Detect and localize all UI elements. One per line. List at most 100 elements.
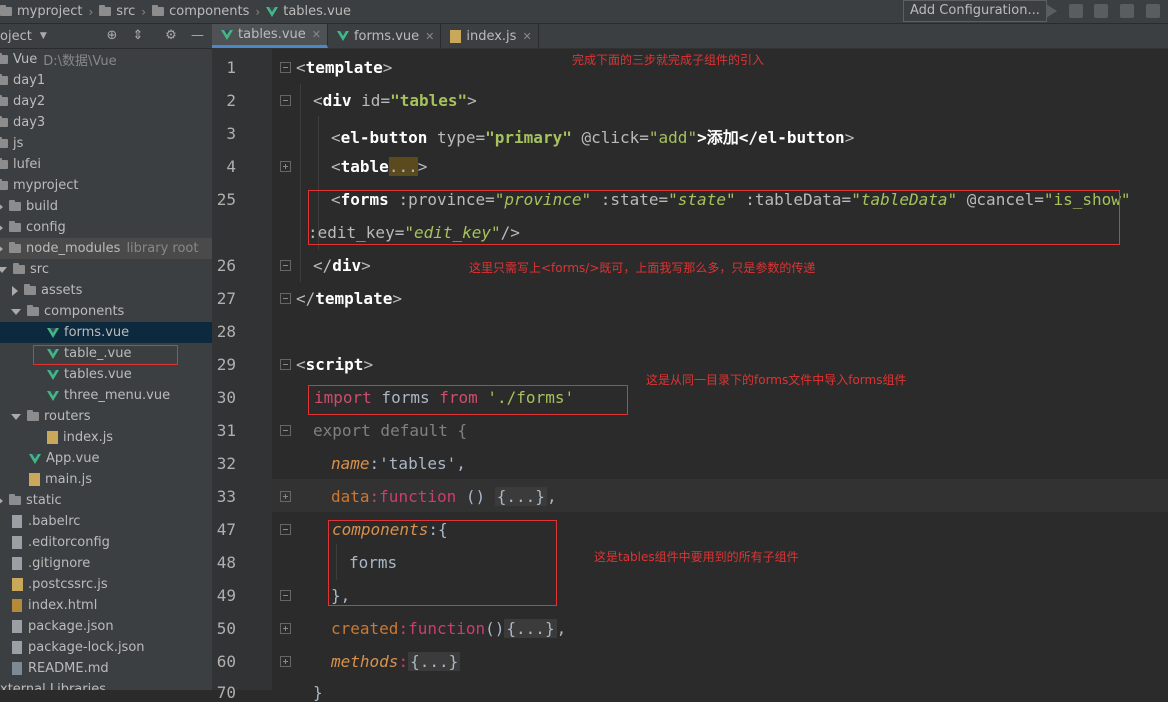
- chevron-right-icon[interactable]: [0, 495, 3, 506]
- fold-marker[interactable]: [280, 260, 291, 271]
- breadcrumb-item-myproject[interactable]: myproject: [0, 4, 82, 19]
- code-line-30[interactable]: import forms from './forms': [314, 388, 574, 407]
- code-line-26[interactable]: </div>: [313, 256, 371, 275]
- gear-icon[interactable]: ⚙: [165, 29, 177, 42]
- code-line-33[interactable]: data:function () {...},: [331, 487, 557, 506]
- code-line-27[interactable]: </template>: [296, 289, 402, 308]
- fold-marker[interactable]: [280, 425, 291, 436]
- fold-marker[interactable]: [280, 161, 291, 172]
- tree-item-table-vue[interactable]: table_.vue: [0, 343, 212, 364]
- chevron-down-icon[interactable]: ▼: [40, 31, 47, 41]
- code-line-25-wrap[interactable]: :edit_key="edit_key"/>: [308, 223, 520, 242]
- close-icon[interactable]: ✕: [522, 30, 531, 43]
- code-line-50[interactable]: created:function() {...},: [331, 619, 566, 638]
- add-configuration-button[interactable]: Add Configuration...: [903, 0, 1047, 22]
- tree-item-day2[interactable]: day2: [0, 91, 212, 112]
- code-line-49[interactable]: },: [331, 586, 350, 605]
- code-line-47[interactable]: components:{: [332, 520, 448, 539]
- folded-code-placeholder[interactable]: {...}: [408, 652, 461, 671]
- profile-icon[interactable]: [1120, 4, 1134, 18]
- code-line-60[interactable]: methods: {...}: [331, 652, 461, 671]
- tree-item-day3[interactable]: day3: [0, 112, 212, 133]
- fold-marker[interactable]: [280, 62, 291, 73]
- tree-item-postcssrc-js[interactable]: .postcssrc.js: [0, 574, 212, 595]
- code-token: :'tables',: [369, 454, 466, 473]
- chevron-right-icon[interactable]: [12, 285, 18, 296]
- collapse-all-icon[interactable]: ⇕: [132, 29, 144, 42]
- breadcrumb-item-src[interactable]: src: [99, 4, 135, 19]
- folded-code-placeholder[interactable]: {...}: [504, 619, 557, 638]
- code-line-2[interactable]: <div id="tables">: [313, 91, 477, 110]
- tree-item-components[interactable]: components: [0, 301, 212, 322]
- chevron-down-icon[interactable]: [0, 266, 7, 273]
- project-panel-title[interactable]: oject: [0, 29, 32, 44]
- code-line-70[interactable]: }: [313, 683, 323, 702]
- tree-item-myproject[interactable]: myproject: [0, 175, 212, 196]
- tab-forms-vue[interactable]: forms.vue ✕: [328, 24, 442, 48]
- fold-marker[interactable]: [280, 590, 291, 601]
- code-line-48[interactable]: forms: [349, 553, 397, 572]
- tree-item-day1[interactable]: day1: [0, 70, 212, 91]
- tree-item-readme-md[interactable]: README.md: [0, 658, 212, 679]
- fold-marker[interactable]: [280, 293, 291, 304]
- tree-item-package-lock-json[interactable]: package-lock.json: [0, 637, 212, 658]
- breadcrumb-item-tables-vue[interactable]: tables.vue: [266, 4, 351, 19]
- fold-marker[interactable]: [280, 359, 291, 370]
- tree-item-lufei[interactable]: lufei: [0, 154, 212, 175]
- code-line-4[interactable]: <table...>: [331, 157, 427, 176]
- tree-item-package-json[interactable]: package.json: [0, 616, 212, 637]
- tree-item-editorconfig[interactable]: .editorconfig: [0, 532, 212, 553]
- chevron-right-icon[interactable]: [0, 222, 3, 233]
- fold-marker[interactable]: [280, 656, 291, 667]
- chevron-right-icon[interactable]: [0, 243, 3, 254]
- tree-item-index-html[interactable]: index.html: [0, 595, 212, 616]
- tree-item-forms-vue[interactable]: forms.vue: [0, 322, 212, 343]
- folder-icon: [99, 5, 112, 16]
- fold-marker[interactable]: [280, 491, 291, 502]
- tree-item-src[interactable]: src: [0, 259, 212, 280]
- code-line-3[interactable]: <el-button type="primary" @click="add">添…: [331, 124, 854, 148]
- tree-item-gitignore[interactable]: .gitignore: [0, 553, 212, 574]
- code-line-1[interactable]: <template>: [296, 58, 392, 77]
- tree-item-index-js[interactable]: index.js: [0, 427, 212, 448]
- run-icon[interactable]: [1046, 4, 1057, 18]
- tree-item-static[interactable]: static: [0, 490, 212, 511]
- fold-marker[interactable]: [280, 524, 291, 535]
- tree-item-main-js[interactable]: main.js: [0, 469, 212, 490]
- hide-panel-icon[interactable]: —: [191, 29, 204, 42]
- tree-item-assets[interactable]: assets: [0, 280, 212, 301]
- tree-item-three-menu-vue[interactable]: three_menu.vue: [0, 385, 212, 406]
- code-line-25[interactable]: <forms :province="province" :state="stat…: [331, 190, 1131, 209]
- close-icon[interactable]: ✕: [425, 30, 434, 43]
- chevron-down-icon[interactable]: [11, 413, 21, 420]
- tab-index-js[interactable]: index.js ✕: [441, 24, 539, 48]
- tree-item-babelrc[interactable]: .babelrc: [0, 511, 212, 532]
- tree-item-routers[interactable]: routers: [0, 406, 212, 427]
- code-line-29[interactable]: <script>: [296, 355, 373, 374]
- tree-item-js[interactable]: js: [0, 133, 212, 154]
- tree-item-build[interactable]: build: [0, 196, 212, 217]
- coverage-icon[interactable]: [1094, 4, 1108, 18]
- code-token: el-button: [757, 128, 845, 147]
- chevron-down-icon[interactable]: [11, 308, 21, 315]
- chevron-right-icon[interactable]: [0, 201, 3, 212]
- tree-item-config[interactable]: config: [0, 217, 212, 238]
- fold-marker[interactable]: [280, 623, 291, 634]
- tree-item-tables-vue[interactable]: tables.vue: [0, 364, 212, 385]
- tab-tables-vue[interactable]: tables.vue ✕: [212, 24, 328, 48]
- tree-item-node-modules[interactable]: node_modules library root: [0, 238, 212, 259]
- tree-item-external-libraries[interactable]: xternal Libraries: [0, 679, 212, 690]
- debug-icon[interactable]: [1069, 4, 1083, 18]
- stop-icon[interactable]: [1146, 4, 1160, 18]
- folded-code-placeholder[interactable]: ...: [388, 157, 418, 176]
- breadcrumb-item-components[interactable]: components: [152, 4, 249, 19]
- code-line-32[interactable]: name:'tables',: [331, 454, 466, 473]
- tree-item-app-vue[interactable]: App.vue: [0, 448, 212, 469]
- folder-icon: [0, 179, 8, 190]
- locate-icon[interactable]: ⊕: [106, 29, 118, 42]
- tree-item-vue[interactable]: Vue D:\数据\Vue: [0, 49, 212, 70]
- fold-marker[interactable]: [280, 95, 291, 106]
- close-icon[interactable]: ✕: [312, 28, 321, 41]
- code-line-31[interactable]: export default {: [313, 421, 467, 440]
- folded-code-placeholder[interactable]: {...}: [494, 487, 547, 506]
